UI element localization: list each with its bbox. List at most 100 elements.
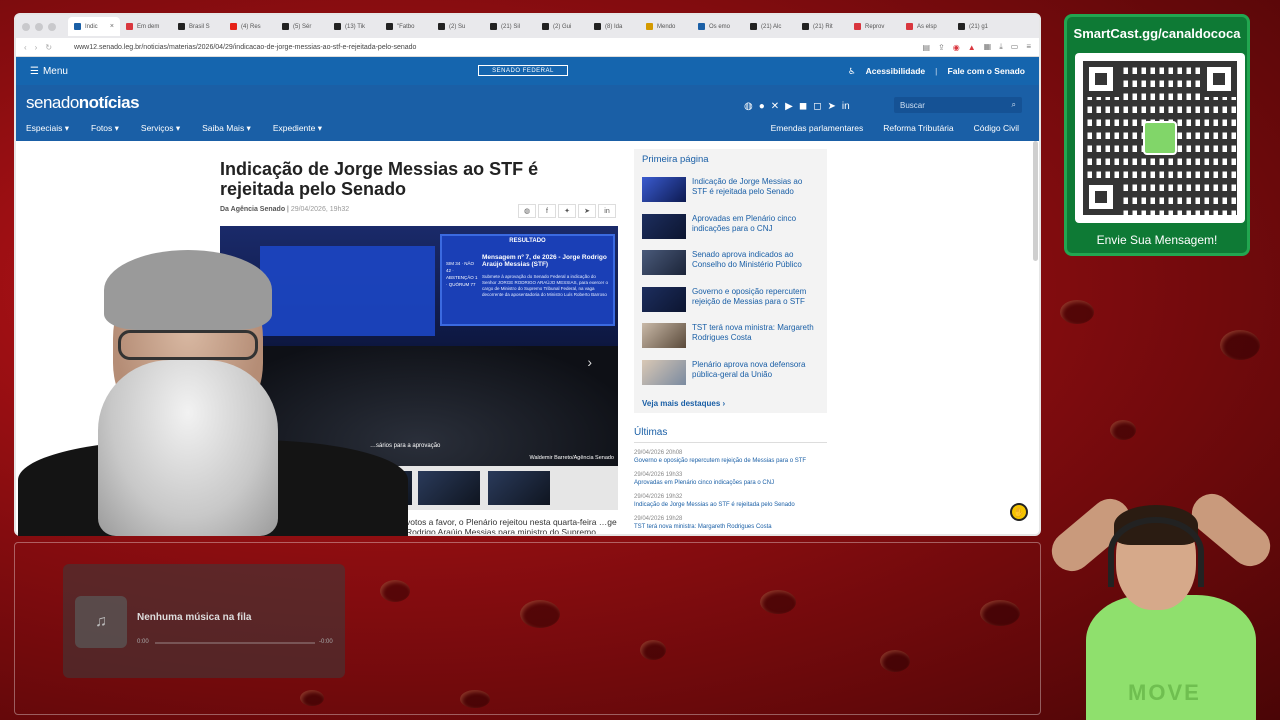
download-icon[interactable]: ⤓: [999, 42, 1003, 52]
front-page-item[interactable]: Plenário aprova nova defensora pública-g…: [642, 359, 817, 385]
thumbnail[interactable]: [418, 471, 480, 505]
browser-tab[interactable]: Os emo: [692, 17, 744, 36]
flickr-icon[interactable]: ◼: [799, 101, 807, 112]
share-icon[interactable]: ⇪: [938, 43, 945, 52]
latest-link[interactable]: Aprovadas em Plenário cinco indicações p…: [634, 480, 774, 486]
front-page-link[interactable]: Aprovadas em Plenário cinco indicações p…: [692, 214, 817, 234]
nav-item[interactable]: Especiais ▾: [26, 123, 69, 134]
accessibility-link[interactable]: Acessibilidade: [866, 66, 926, 76]
contact-link[interactable]: Fale com o Senado: [948, 66, 1025, 76]
topic-link[interactable]: Código Civil: [974, 123, 1019, 133]
qr-code[interactable]: [1075, 53, 1245, 223]
browser-tab[interactable]: (8) Ida: [588, 17, 640, 36]
library-icon[interactable]: ▦: [984, 42, 992, 52]
smartcast-url[interactable]: SmartCast.gg/canaldococa: [1067, 26, 1247, 41]
extension-icon[interactable]: ◉: [953, 43, 960, 52]
front-page-link[interactable]: Plenário aprova nova defensora pública-g…: [692, 360, 817, 380]
nav-item[interactable]: Serviços ▾: [141, 123, 180, 134]
see-more-link[interactable]: Veja mais destaques ›: [642, 399, 725, 408]
browser-tab[interactable]: Mendo: [640, 17, 692, 36]
facebook-icon[interactable]: ●: [759, 101, 765, 112]
front-page-link[interactable]: Senado aprova indicados ao Conselho do M…: [692, 250, 817, 270]
back-icon[interactable]: ‹: [24, 43, 27, 52]
browser-tab[interactable]: Brasil S: [172, 17, 224, 36]
front-page-thumbnail[interactable]: [642, 323, 686, 348]
browser-tab[interactable]: (21) Rit: [796, 17, 848, 36]
browser-tab[interactable]: (2) Gui: [536, 17, 588, 36]
accessibility-icon[interactable]: ♿: [848, 66, 856, 77]
menu-icon[interactable]: ≡: [1026, 42, 1031, 52]
front-page-thumbnail[interactable]: [642, 213, 686, 239]
menu-button[interactable]: ☰ Menu: [30, 66, 68, 77]
share-linkedin-icon[interactable]: in: [598, 204, 616, 218]
topic-link[interactable]: Reforma Tributária: [883, 123, 953, 133]
browser-tab[interactable]: (21) g1: [952, 17, 1004, 36]
browser-tab[interactable]: (4) Res: [224, 17, 276, 36]
accessibility-widget-icon[interactable]: ✋: [1010, 503, 1028, 521]
latest-item[interactable]: 29/04/2026 20h08 Governo e oposição reper…: [634, 449, 834, 465]
senado-noticias-logo[interactable]: senadonotícias: [26, 93, 140, 113]
latest-link[interactable]: Governo e oposição repercutem rejeição d…: [634, 458, 806, 464]
front-page-link[interactable]: Indicação de Jorge Messias ao STF é reje…: [692, 177, 817, 197]
thumbnail[interactable]: [488, 471, 550, 505]
nav-item[interactable]: Fotos ▾: [91, 123, 119, 134]
front-page-item[interactable]: Indicação de Jorge Messias ao STF é reje…: [642, 177, 817, 202]
browser-tab[interactable]: (13) Tik: [328, 17, 380, 36]
window-controls[interactable]: [22, 22, 56, 31]
forward-icon[interactable]: ›: [35, 43, 38, 52]
front-page-item[interactable]: Senado aprova indicados ao Conselho do M…: [642, 250, 817, 275]
front-page-thumbnail[interactable]: [642, 250, 686, 275]
telegram-icon[interactable]: ➤: [828, 101, 836, 112]
url-field[interactable]: www12.senado.leg.br/noticias/materias/20…: [60, 44, 914, 51]
share-facebook-icon[interactable]: f: [538, 204, 556, 218]
front-page-thumbnail[interactable]: [642, 359, 686, 385]
browser-tab[interactable]: (21) Alc: [744, 17, 796, 36]
search-icon[interactable]: ⌕: [1012, 100, 1016, 110]
browser-tab[interactable]: Indic ×: [68, 17, 120, 36]
search-input[interactable]: Buscar ⌕: [894, 97, 1022, 113]
nav-item[interactable]: Expediente ▾: [273, 123, 322, 134]
instagram-icon[interactable]: ◻: [813, 101, 821, 112]
latest-item[interactable]: 29/04/2026 19h28 TST terá nova ministra: …: [634, 515, 834, 531]
front-page-item[interactable]: Aprovadas em Plenário cinco indicações p…: [642, 213, 817, 239]
reload-icon[interactable]: ↻: [45, 43, 52, 52]
share-telegram-icon[interactable]: ➤: [578, 204, 596, 218]
latest-item[interactable]: 29/04/2026 19h32 Indicação de Jorge Messi…: [634, 493, 834, 509]
share-twitter-icon[interactable]: ✦: [558, 204, 576, 218]
front-page-item[interactable]: Governo e oposição repercutem rejeição d…: [642, 286, 817, 312]
qr-avatar: [1143, 121, 1177, 155]
sidebar-icon[interactable]: ▭: [1011, 42, 1019, 52]
latest-link[interactable]: TST terá nova ministra: Margareth Rodrig…: [634, 524, 772, 530]
front-page-link[interactable]: TST terá nova ministra: Margareth Rodrig…: [692, 323, 817, 343]
tab-label: Os emo: [709, 23, 731, 30]
latest-link[interactable]: Indicação de Jorge Messias ao STF é reje…: [634, 502, 795, 508]
share-whatsapp-icon[interactable]: ◍: [518, 204, 536, 218]
browser-tab[interactable]: (5) Sér: [276, 17, 328, 36]
topic-link[interactable]: Emendas parlamentares: [771, 123, 864, 133]
youtube-icon[interactable]: ▶: [785, 101, 793, 112]
warning-icon[interactable]: ▲: [968, 43, 976, 52]
nav-item[interactable]: Saiba Mais ▾: [202, 123, 251, 134]
byline-source[interactable]: Da Agência Senado: [220, 206, 285, 213]
browser-tab[interactable]: "Fatbo: [380, 17, 432, 36]
tab-close-icon[interactable]: ×: [110, 23, 114, 30]
carousel-next-icon[interactable]: ›: [587, 354, 592, 370]
browser-tab[interactable]: As elsp: [900, 17, 952, 36]
front-page-thumbnail[interactable]: [642, 286, 686, 312]
front-page-item[interactable]: TST terá nova ministra: Margareth Rodrig…: [642, 323, 817, 348]
front-page-link[interactable]: Governo e oposição repercutem rejeição d…: [692, 287, 817, 307]
senado-federal-logo[interactable]: SENADO FEDERAL: [478, 65, 568, 76]
reader-icon[interactable]: ▤: [922, 43, 930, 52]
front-page-thumbnail[interactable]: [642, 177, 686, 202]
browser-tab[interactable]: (2) Su: [432, 17, 484, 36]
browser-tab[interactable]: (21) Sil: [484, 17, 536, 36]
x-icon[interactable]: ✕: [771, 101, 779, 112]
browser-tab[interactable]: Reprov: [848, 17, 900, 36]
scrollbar[interactable]: [1033, 141, 1038, 261]
progress-bar[interactable]: [155, 642, 315, 644]
browser-tab[interactable]: Em dem: [120, 17, 172, 36]
tab-favicon-icon: [178, 23, 185, 30]
latest-item[interactable]: 29/04/2026 19h33 Aprovadas em Plenário ci…: [634, 471, 834, 487]
linkedin-icon[interactable]: in: [842, 101, 850, 112]
whatsapp-icon[interactable]: ◍: [744, 101, 753, 112]
